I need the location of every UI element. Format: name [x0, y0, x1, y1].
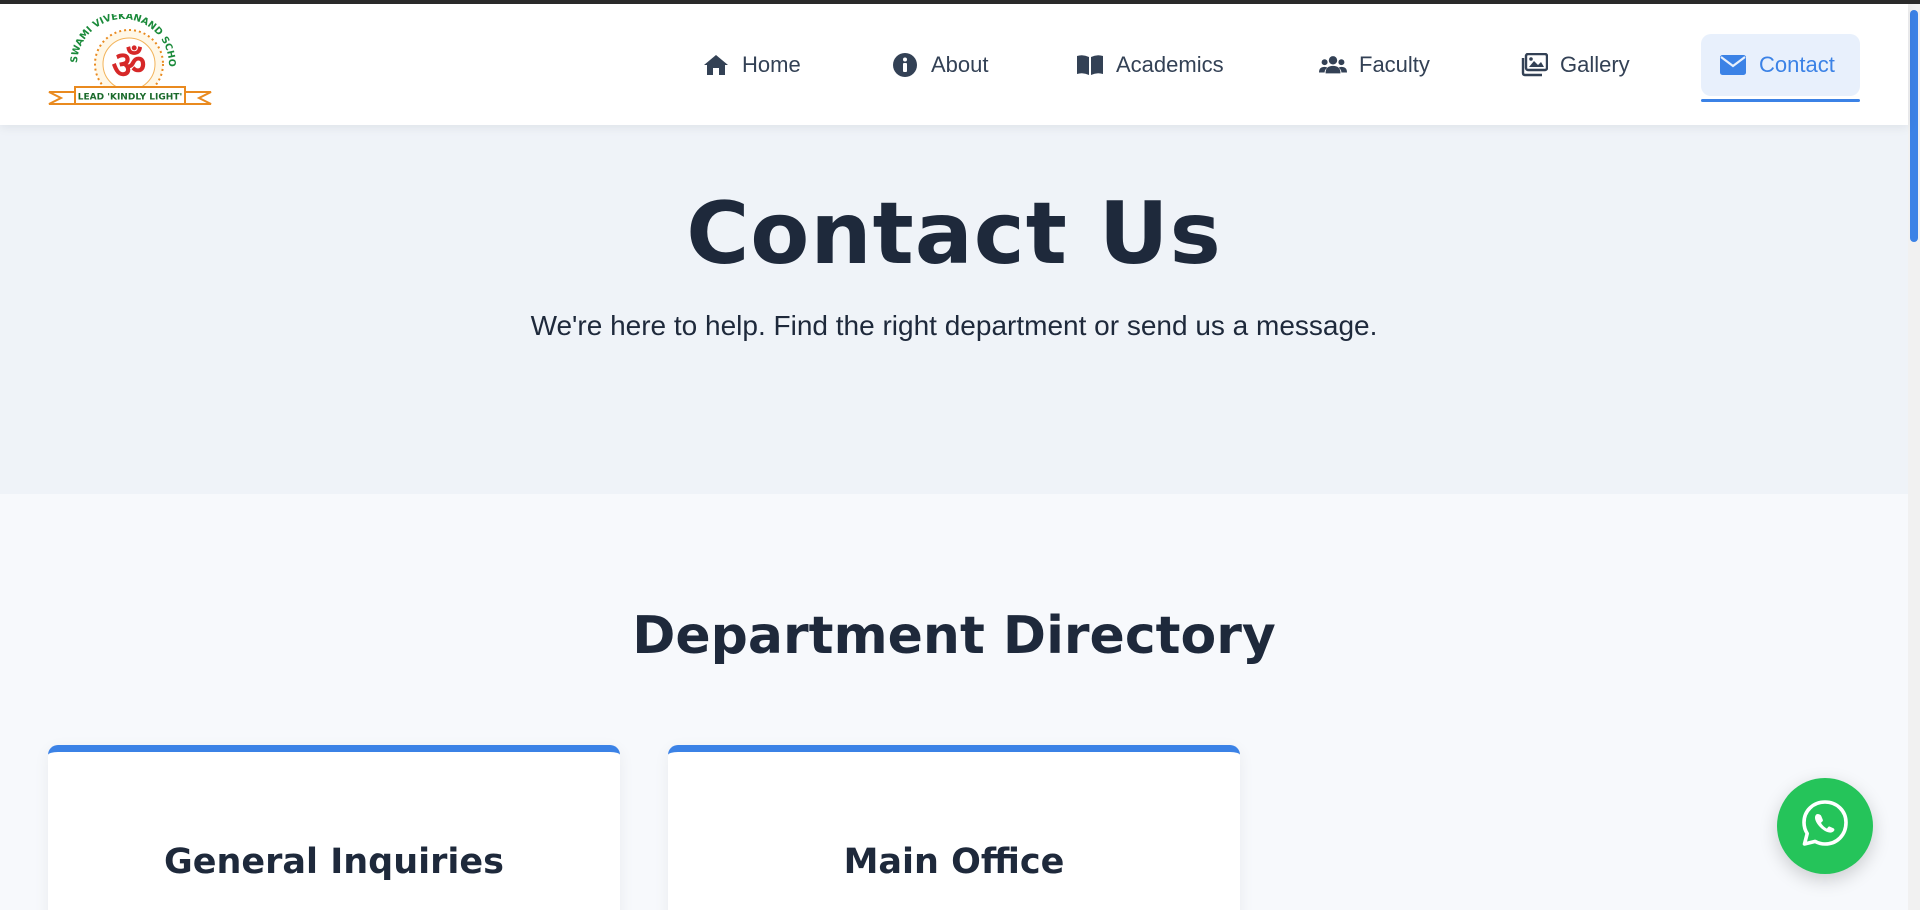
- home-icon: [702, 51, 730, 79]
- nav-item-faculty[interactable]: Faculty: [1301, 34, 1448, 96]
- envelope-icon: [1719, 51, 1747, 79]
- nav-item-home[interactable]: Home: [684, 34, 819, 96]
- whatsapp-icon: [1799, 798, 1851, 855]
- book-icon: [1076, 51, 1104, 79]
- nav-item-about-label: About: [931, 52, 989, 77]
- directory-title: Department Directory: [632, 606, 1276, 666]
- scrollbar-thumb[interactable]: [1910, 10, 1918, 242]
- department-card[interactable]: General Inquiries: [48, 745, 620, 910]
- main-nav: Home About Academics Faculty Gallery Con…: [0, 4, 1908, 125]
- nav-item-gallery-label: Gallery: [1560, 52, 1630, 77]
- nav-item-faculty-label: Faculty: [1359, 52, 1430, 77]
- hero-section: Contact Us We're here to help. Find the …: [0, 125, 1908, 494]
- department-card-title: Main Office: [843, 842, 1065, 882]
- nav-item-academics-label: Academics: [1116, 52, 1224, 77]
- window-top-edge: [0, 0, 1920, 4]
- nav-item-contact-label: Contact: [1759, 52, 1835, 77]
- users-icon: [1319, 51, 1347, 79]
- site-header: SWAMI VIVEKANAND SCHOOL ॐ LEAD 'KINDLY L…: [0, 4, 1908, 125]
- nav-item-about[interactable]: About: [873, 34, 1007, 96]
- nav-item-gallery[interactable]: Gallery: [1502, 34, 1648, 96]
- images-icon: [1520, 51, 1548, 79]
- department-card[interactable]: Main Office: [668, 745, 1240, 910]
- info-icon: [891, 51, 919, 79]
- nav-item-contact[interactable]: Contact: [1701, 34, 1860, 102]
- nav-item-academics[interactable]: Academics: [1058, 34, 1242, 96]
- page: SWAMI VIVEKANAND SCHOOL ॐ LEAD 'KINDLY L…: [0, 0, 1920, 910]
- page-title: Contact Us: [686, 184, 1222, 284]
- page-scrollbar[interactable]: [1908, 4, 1920, 910]
- hero-subtitle: We're here to help. Find the right depar…: [530, 310, 1378, 341]
- whatsapp-button[interactable]: [1777, 778, 1873, 874]
- department-card-title: General Inquiries: [164, 842, 504, 882]
- nav-item-home-label: Home: [742, 52, 801, 77]
